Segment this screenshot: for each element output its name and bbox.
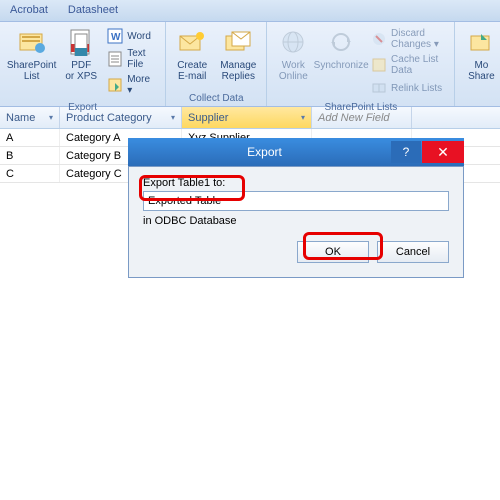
pdf-icon [65, 26, 97, 58]
move-icon [465, 26, 497, 58]
group-label-collect: Collect Data [170, 91, 262, 106]
cancel-button[interactable]: Cancel [377, 241, 449, 263]
synchronize-icon [325, 26, 357, 58]
cell-name[interactable]: A [0, 129, 60, 146]
dialog-subtext: in ODBC Database [143, 215, 449, 227]
export-word-button[interactable]: W Word [107, 26, 157, 46]
ribbon-tabs: Acrobat Datasheet [0, 0, 500, 22]
pdf-xps-button[interactable]: PDF or XPS [59, 24, 103, 100]
ribbon: SharePoint List PDF or XPS W Word Text F… [0, 22, 500, 107]
export-more-button[interactable]: More ▾ [107, 72, 157, 98]
tab-acrobat[interactable]: Acrobat [0, 0, 58, 21]
column-header-name[interactable]: Name▾ [0, 107, 60, 128]
relink-lists-button: Relink Lists [371, 78, 446, 98]
dialog-titlebar[interactable]: Export ? ✕ [128, 138, 464, 166]
create-email-button[interactable]: Create E-mail [170, 24, 214, 91]
ribbon-group-move: Mo Share [455, 22, 500, 106]
dialog-help-button[interactable]: ? [391, 141, 421, 163]
svg-text:W: W [111, 32, 121, 43]
ribbon-group-web: Work Online Synchronize Discard Changes … [267, 22, 455, 106]
dialog-title: Export [138, 145, 391, 159]
word-icon: W [107, 28, 123, 44]
cell-name[interactable]: B [0, 147, 60, 164]
cache-icon [371, 57, 387, 73]
relink-icon [371, 80, 387, 96]
sharepoint-icon [16, 26, 48, 58]
export-dialog: Export ? ✕ Export Table1 to: in ODBC Dat… [128, 138, 464, 278]
ok-button[interactable]: OK [297, 241, 369, 263]
move-sharepoint-button[interactable]: Mo Share [459, 24, 500, 102]
export-textfile-button[interactable]: Text File [107, 46, 157, 72]
create-email-icon [176, 26, 208, 58]
work-online-button: Work Online [271, 24, 315, 100]
sharepoint-list-button[interactable]: SharePoint List [4, 24, 59, 100]
discard-icon [371, 31, 387, 47]
chevron-down-icon[interactable]: ▾ [171, 113, 175, 122]
column-header-supplier[interactable]: Supplier▾ [182, 107, 312, 128]
synchronize-button: Synchronize [315, 24, 367, 100]
manage-replies-icon [222, 26, 254, 58]
ribbon-group-collect: Create E-mail Manage Replies Collect Dat… [166, 22, 267, 106]
export-name-input[interactable] [143, 191, 449, 211]
tab-datasheet[interactable]: Datasheet [58, 0, 128, 21]
discard-changes-button: Discard Changes ▾ [371, 26, 446, 52]
more-icon [107, 77, 123, 93]
textfile-icon [107, 51, 123, 67]
column-header-addnew[interactable]: Add New Field [312, 107, 412, 128]
dialog-label: Export Table1 to: [143, 177, 449, 189]
column-header-category[interactable]: Product Category▾ [60, 107, 182, 128]
cell-name[interactable]: C [0, 165, 60, 182]
dialog-close-button[interactable]: ✕ [422, 141, 464, 163]
cache-list-button: Cache List Data [371, 52, 446, 78]
work-online-icon [277, 26, 309, 58]
chevron-down-icon[interactable]: ▾ [301, 113, 305, 122]
manage-replies-button[interactable]: Manage Replies [214, 24, 262, 91]
ribbon-group-export: SharePoint List PDF or XPS W Word Text F… [0, 22, 166, 106]
chevron-down-icon[interactable]: ▾ [49, 113, 53, 122]
